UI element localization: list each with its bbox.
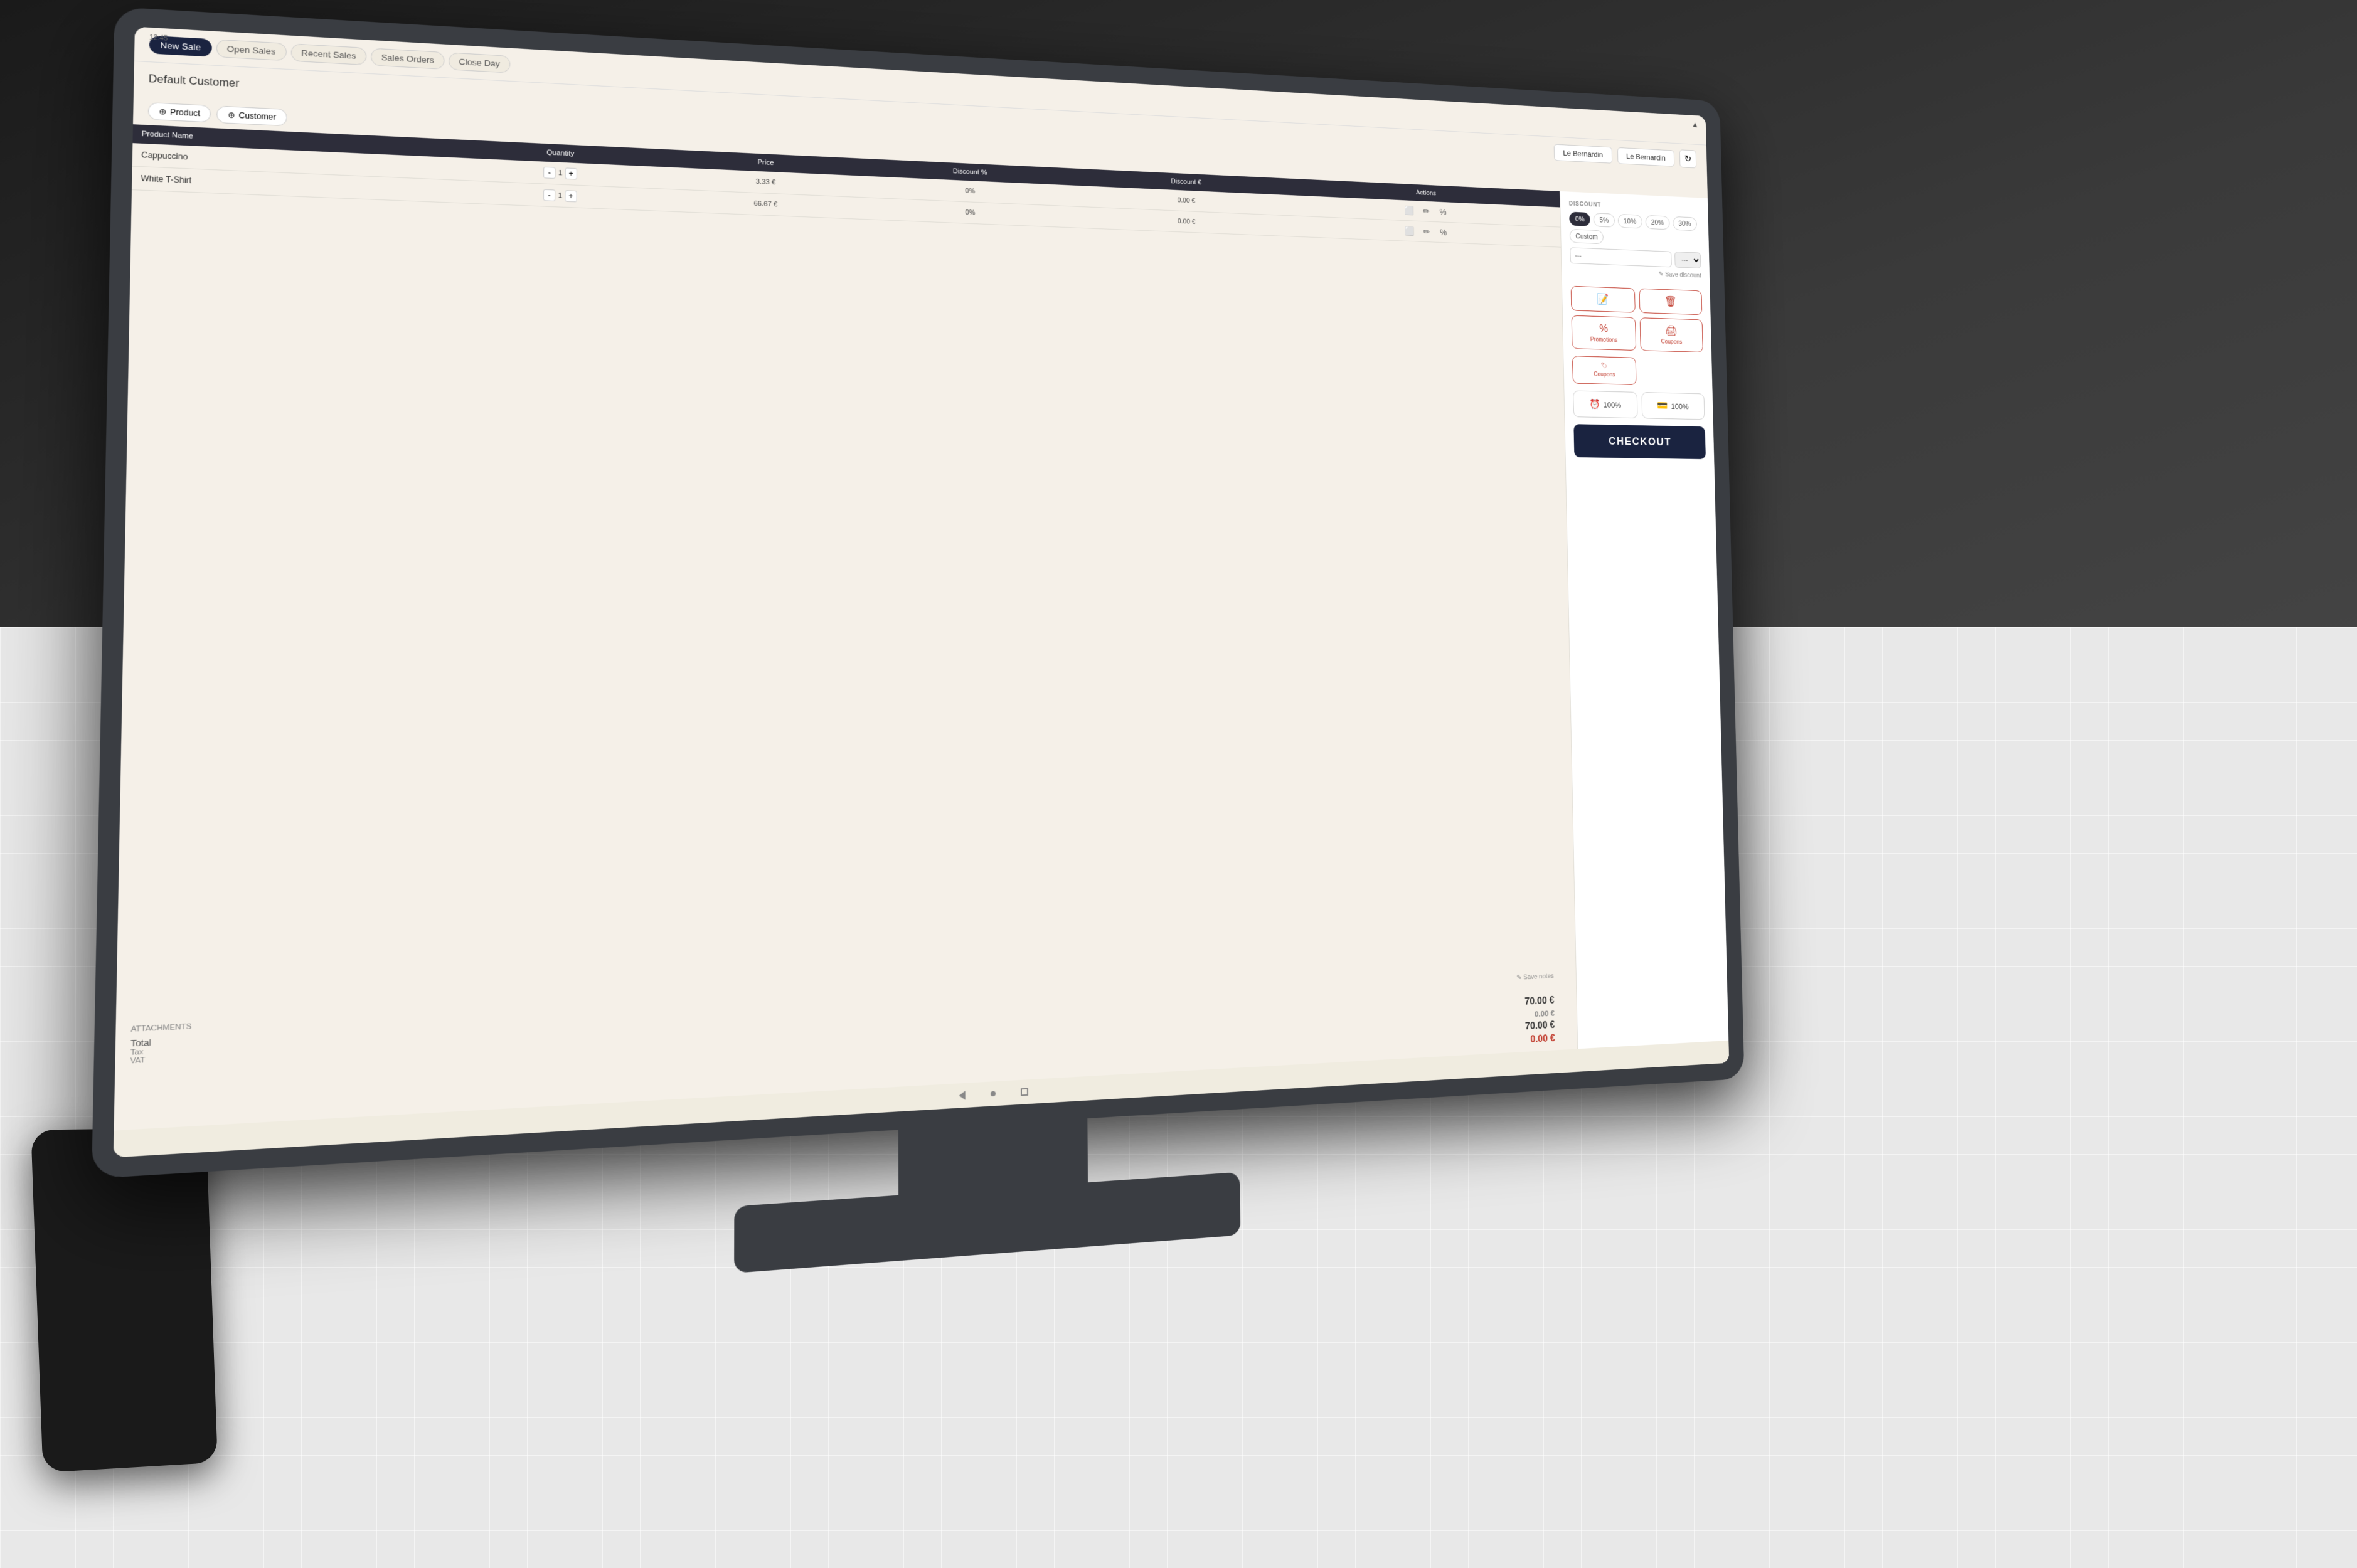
qty-value-1: 1	[558, 169, 563, 177]
tab-recent-sales[interactable]: Recent Sales	[290, 43, 366, 65]
note-icon: 📝	[1597, 293, 1609, 305]
note-btn[interactable]: 📝	[1571, 286, 1636, 313]
discount-5pct[interactable]: 5%	[1594, 213, 1615, 227]
promotions-btn[interactable]: % Promotions	[1572, 315, 1636, 351]
customer-btn[interactable]: ⊕ Customer	[217, 105, 287, 126]
back-btn[interactable]	[959, 1091, 965, 1100]
action-grid: 📝 🗑 % Promotions 🖨 Coupons	[1571, 286, 1703, 352]
discount-input[interactable]	[1570, 247, 1671, 267]
main-content: Product Name Quantity Price Discount % D…	[114, 124, 1730, 1157]
refresh-btn[interactable]: ↻	[1679, 149, 1696, 168]
restaurant-btn-2[interactable]: Le Bernardin	[1617, 147, 1675, 166]
coupons-btn-1[interactable]: 🖨 Coupons	[1639, 317, 1703, 352]
edit-icon-2[interactable]: ✏	[1420, 225, 1433, 238]
delete-btn[interactable]: 🗑	[1639, 289, 1702, 315]
payment-btns: ⏰ 100% 💳 100%	[1573, 391, 1705, 420]
left-panel: Product Name Quantity Price Discount % D…	[114, 124, 1578, 1157]
totals-labels: Total Tax VAT	[130, 1037, 152, 1065]
coupons-label-2: Coupons	[1594, 371, 1615, 378]
card-btn[interactable]: 💳 100%	[1641, 392, 1705, 420]
cash-label: 100%	[1604, 400, 1622, 409]
discount-section: DISCOUNT 0% 5% 10% 20% 30% Custom	[1569, 201, 1701, 283]
nav-controls	[959, 1087, 1028, 1100]
product-btn[interactable]: ⊕ Product	[148, 102, 211, 123]
discount-0pct[interactable]: 0%	[1569, 212, 1590, 226]
discount-20pct[interactable]: 20%	[1645, 215, 1669, 230]
save-discount[interactable]: ✎ Save discount	[1570, 267, 1701, 280]
single-btn-row: 🏷 Coupons	[1572, 356, 1704, 386]
delete-icon: 🗑	[1664, 295, 1677, 308]
discount-options: 0% 5% 10% 20% 30% Custom	[1569, 212, 1700, 248]
coupons-label-1: Coupons	[1661, 339, 1683, 346]
tab-sales-orders[interactable]: Sales Orders	[371, 48, 445, 69]
qty-minus-2[interactable]: -	[543, 189, 556, 201]
qty-control-2: - 1 +	[452, 186, 667, 206]
total-amount: 70.00 €	[1510, 1020, 1555, 1033]
monitor-outer: 12:45 ▲ New Sale Open Sales Recent Sales…	[92, 7, 1745, 1179]
home-btn[interactable]	[991, 1091, 996, 1097]
vat-amount: 0.00 €	[1511, 1033, 1555, 1046]
discount-10pct[interactable]: 10%	[1617, 214, 1642, 229]
subtotal-amount: 70.00 €	[1510, 995, 1555, 1009]
card-label: 100%	[1671, 401, 1689, 410]
header-right: Le Bernardin Le Bernardin ↻	[1554, 143, 1696, 169]
time-label: 12:45	[149, 34, 168, 43]
coupons-icon-2: 🏷	[1601, 363, 1608, 369]
right-panel: DISCOUNT 0% 5% 10% 20% 30% Custom	[1560, 191, 1729, 1076]
recents-btn[interactable]	[1021, 1088, 1028, 1096]
qty-control-1: - 1 +	[452, 162, 666, 183]
percent-icon-2[interactable]: %	[1437, 226, 1450, 239]
copy-icon-1[interactable]: ⬜	[1403, 204, 1416, 217]
cash-icon: ⏰	[1589, 398, 1600, 410]
qty-plus-1[interactable]: +	[565, 167, 577, 179]
tab-open-sales[interactable]: Open Sales	[216, 40, 287, 61]
card-icon: 💳	[1657, 400, 1668, 412]
product-name-2: White T-Shirt	[141, 174, 435, 195]
customer-icon: ⊕	[228, 110, 235, 120]
copy-icon-2[interactable]: ⬜	[1403, 225, 1416, 238]
promotions-label: Promotions	[1590, 337, 1617, 344]
coupons-icon-1: 🖨	[1665, 324, 1678, 337]
promotions-icon: %	[1599, 322, 1608, 335]
monitor-screen: 12:45 ▲ New Sale Open Sales Recent Sales…	[114, 27, 1730, 1158]
cash-btn[interactable]: ⏰ 100%	[1573, 391, 1637, 419]
discount-custom[interactable]: Custom	[1570, 229, 1604, 244]
edit-icon-1[interactable]: ✏	[1420, 204, 1433, 218]
discount-input-row: ---	[1570, 247, 1701, 268]
coupons-btn-2[interactable]: 🏷 Coupons	[1572, 356, 1636, 385]
wifi-icon: ▲	[1691, 120, 1699, 129]
discount-select[interactable]: ---	[1674, 252, 1701, 268]
product-icon: ⊕	[159, 107, 166, 116]
qty-plus-2[interactable]: +	[565, 190, 577, 202]
percent-icon-1[interactable]: %	[1437, 205, 1449, 218]
tab-close-day[interactable]: Close Day	[449, 52, 510, 73]
save-notes[interactable]: ✎ Save notes	[1516, 972, 1554, 982]
monitor-wrapper: 12:45 ▲ New Sale Open Sales Recent Sales…	[176, 50, 1870, 1242]
vat-label: VAT	[130, 1056, 151, 1066]
checkout-btn[interactable]: CHECKOUT	[1573, 424, 1706, 459]
total-label: Total	[130, 1037, 151, 1048]
qty-minus-1[interactable]: -	[543, 167, 556, 179]
discount-30pct[interactable]: 30%	[1673, 216, 1697, 231]
restaurant-btn-1[interactable]: Le Bernardin	[1554, 144, 1612, 163]
discount-label: DISCOUNT	[1569, 201, 1700, 213]
qty-value-2: 1	[558, 192, 563, 200]
discount-amount: 0.00 €	[1510, 1009, 1555, 1020]
customer-label: Default Customer	[149, 73, 240, 90]
